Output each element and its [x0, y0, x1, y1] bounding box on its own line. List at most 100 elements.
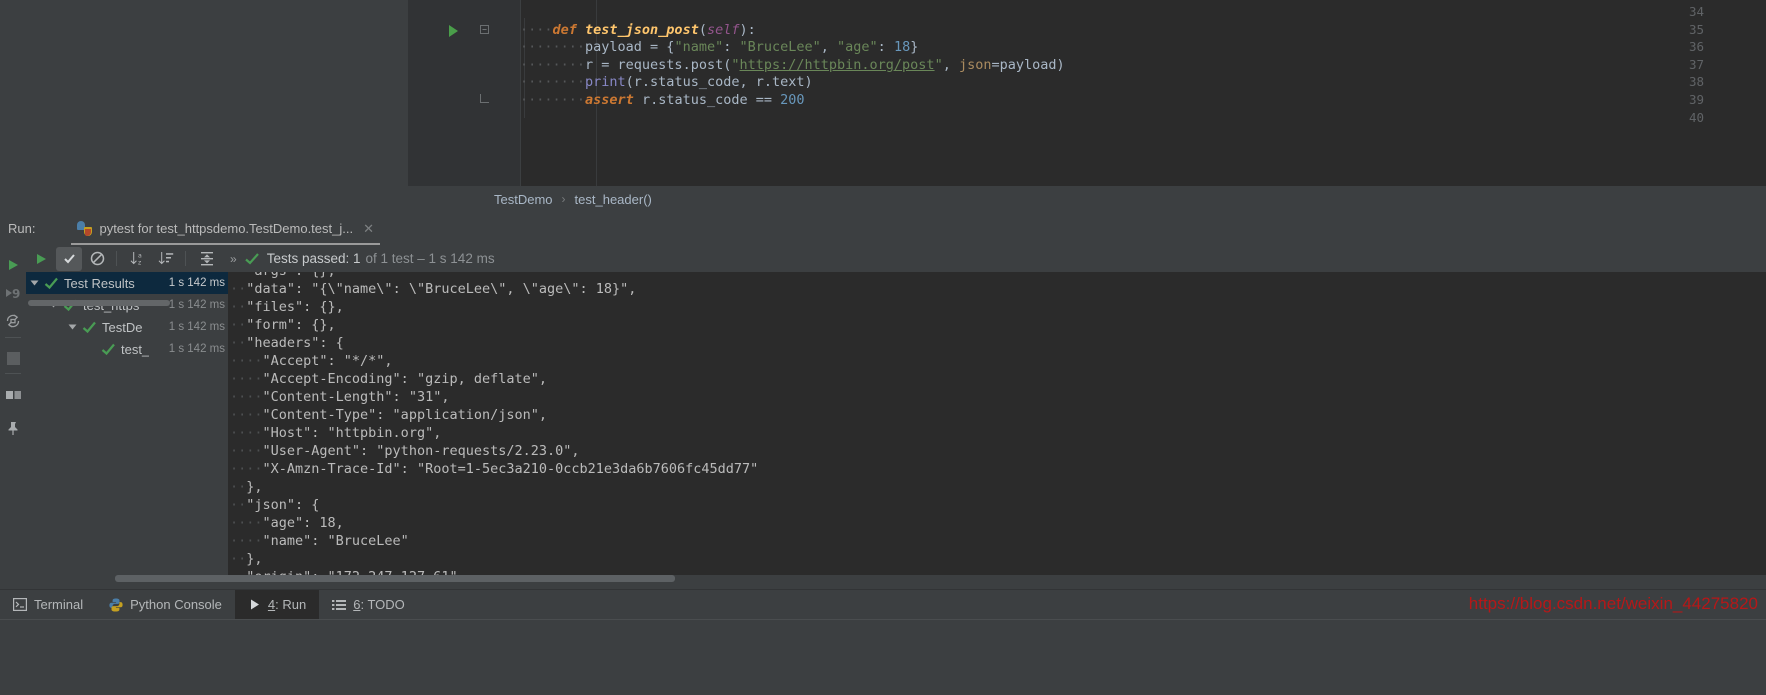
- expand-collapse-icon[interactable]: [194, 247, 220, 271]
- run-test-gutter-icon[interactable]: [449, 24, 458, 37]
- toggle-auto-test-icon[interactable]: [0, 308, 26, 334]
- code-line: ····def test_json_post(self):: [520, 21, 756, 38]
- test-output-console[interactable]: ··"args": {}, ··"data": "{\"name\": \"Bru…: [230, 272, 1766, 575]
- console-horizontal-scrollbar[interactable]: [115, 575, 675, 582]
- terminal-icon: [13, 598, 27, 611]
- tool-window-button-terminal[interactable]: Terminal: [0, 590, 96, 620]
- more-options-icon[interactable]: »: [230, 252, 237, 266]
- rerun-icon[interactable]: [0, 252, 26, 278]
- editor-left-empty-area: [0, 0, 408, 212]
- console-line: ··"headers": {: [230, 335, 344, 351]
- run-icon[interactable]: [28, 247, 54, 271]
- chevron-down-icon[interactable]: [68, 324, 77, 330]
- test-status-line: Tests passed: 1 of 1 test – 1 s 142 ms: [244, 251, 495, 266]
- chevron-down-icon[interactable]: [30, 280, 39, 286]
- test-passed-icon: [44, 277, 58, 289]
- test-duration: 1 s 142 ms: [168, 321, 225, 333]
- code-line: ········assert r.status_code == 200: [520, 92, 805, 108]
- test-tree-row[interactable]: test_ 1 s 142 ms: [26, 338, 228, 360]
- console-line: ····"X-Amzn-Trace-Id": "Root=1-5ec3a210-…: [230, 461, 759, 477]
- editor-region: − 34 35 36 37 38 39 40 ····def test_json_post(…: [0, 0, 1766, 231]
- python-console-icon: [109, 598, 123, 612]
- test-tree-label: test_: [121, 341, 150, 357]
- test-passed-icon: [82, 321, 96, 333]
- console-line: ····"Accept": "*/*",: [230, 353, 393, 369]
- tool-window-button-todo[interactable]: 6: TODO: [319, 590, 418, 620]
- divider: [0, 619, 1766, 620]
- tool-window-label: : Run: [275, 597, 307, 612]
- console-line: ··},: [230, 479, 263, 495]
- run-tab-title: pytest for test_httpsdemo.TestDemo.test_…: [99, 221, 354, 236]
- breadcrumb-class[interactable]: TestDemo: [494, 192, 553, 207]
- test-duration: 1 s 142 ms: [168, 299, 225, 311]
- tool-window-label: Python Console: [130, 597, 222, 612]
- console-line: ····"Host": "httpbin.org",: [230, 425, 442, 441]
- tool-window-button-pythonconsole[interactable]: Python Console: [96, 590, 235, 620]
- show-passed-tests-icon[interactable]: [56, 246, 82, 271]
- code-line: ········payload = {"name": "BruceLee", "…: [520, 39, 919, 56]
- console-line: ··"form": {},: [230, 317, 336, 333]
- green-check-icon: [244, 252, 259, 265]
- pycharm-window: − 34 35 36 37 38 39 40 ····def test_json_post(…: [0, 0, 1766, 695]
- python-icon: [77, 221, 93, 236]
- console-line: ····"name": "BruceLee": [230, 533, 409, 549]
- console-line: ····"age": 18,: [230, 515, 344, 531]
- tool-window-shortcut-key: 6: [353, 597, 361, 612]
- tool-window-label: Terminal: [34, 597, 84, 612]
- tool-window-label: : TODO: [360, 597, 405, 612]
- code-line: ········print(r.status_code, r.text): [520, 74, 813, 91]
- toolbar-divider: [5, 337, 21, 338]
- code-text-area[interactable]: ····def test_json_post(self): ········pay…: [520, 0, 1766, 186]
- tree-horizontal-scrollbar[interactable]: [28, 300, 170, 306]
- show-ignored-tests-icon[interactable]: [84, 247, 110, 271]
- run-configuration-tab[interactable]: pytest for test_httpsdemo.TestDemo.test_…: [71, 212, 380, 245]
- rerun-failed-icon[interactable]: 9: [0, 280, 26, 306]
- test-tree-label: Test Results: [64, 275, 135, 291]
- todo-list-icon: [332, 599, 347, 611]
- run-window-side-toolbar: 9: [0, 245, 26, 575]
- svg-text:9: 9: [12, 287, 20, 300]
- toolbar-divider: [185, 251, 186, 266]
- console-line: ··"json": {: [230, 497, 320, 513]
- run-tool-window-header: Run: pytest for test_httpsdemo.TestDemo.…: [0, 212, 1766, 245]
- code-fold-icon[interactable]: −: [480, 24, 489, 34]
- watermark-url: https://blog.csdn.net/weixin_44275820: [1468, 594, 1758, 613]
- test-duration: 1 s 142 ms: [168, 343, 225, 355]
- toolbar-divider: [116, 251, 117, 266]
- code-editor[interactable]: − 34 35 36 37 38 39 40 ····def test_json_post(…: [408, 0, 1766, 186]
- test-status-detail: of 1 test – 1 s 142 ms: [365, 251, 495, 266]
- run-window-label: Run:: [8, 221, 36, 236]
- sort-by-duration-icon[interactable]: [153, 247, 179, 271]
- test-runner-toolbar: a z » Tests passed: 1 of 1 test – 1 s 14…: [26, 245, 1766, 272]
- console-line: ····"Content-Type": "application/json",: [230, 407, 547, 423]
- breadcrumb: TestDemo › test_header(): [408, 186, 1766, 212]
- console-line: ··"data": "{\"name\": \"BruceLee\", \"ag…: [230, 281, 637, 297]
- test-passed-icon: [101, 343, 115, 355]
- test-tree-label: TestDe: [102, 319, 143, 335]
- test-status-passed: Tests passed: 1: [266, 251, 361, 266]
- tool-window-button-run[interactable]: 4: Run: [234, 589, 320, 620]
- test-tree-row[interactable]: Test Results 1 s 142 ms: [26, 272, 228, 294]
- console-line: ····"Accept-Encoding": "gzip, deflate",: [230, 371, 547, 387]
- console-line: ····"User-Agent": "python-requests/2.23.…: [230, 443, 580, 459]
- run-triangle-icon: [248, 598, 261, 611]
- close-icon[interactable]: ✕: [363, 221, 374, 237]
- toolbar-divider: [5, 373, 21, 374]
- svg-text:a: a: [138, 253, 142, 260]
- svg-text:z: z: [138, 260, 141, 266]
- editor-gutter[interactable]: [408, 0, 520, 186]
- pin-icon[interactable]: [0, 415, 26, 441]
- console-line: ··"files": {},: [230, 299, 344, 315]
- window-bottom-area: [0, 619, 1766, 695]
- breadcrumb-method[interactable]: test_header(): [575, 192, 652, 207]
- test-tree-row[interactable]: TestDe 1 s 142 ms: [26, 316, 228, 338]
- stop-icon[interactable]: [0, 345, 26, 371]
- sort-alphabetically-icon[interactable]: a z: [125, 247, 151, 271]
- breadcrumb-separator-icon: ›: [561, 192, 566, 206]
- test-results-tree[interactable]: Test Results1 s 142 mstest_https1 s 142 …: [26, 272, 228, 575]
- console-line: ··"args": {},: [230, 272, 336, 279]
- layout-icon[interactable]: [0, 380, 26, 406]
- code-line: ········r = requests.post("https://httpb…: [520, 56, 1065, 73]
- code-fold-end-icon[interactable]: [480, 94, 489, 103]
- tool-window-shortcut-key: 4: [267, 597, 276, 612]
